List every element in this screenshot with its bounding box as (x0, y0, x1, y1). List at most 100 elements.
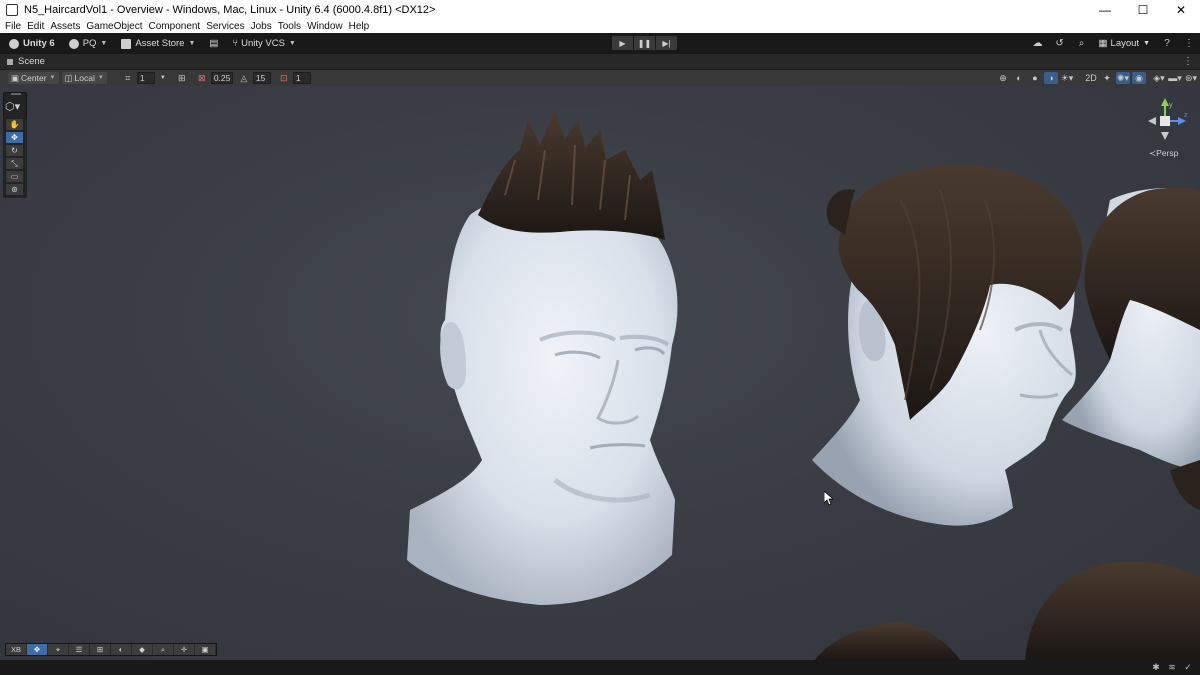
pivot-rotation-dropdown[interactable]: ◫ Local ▼ (61, 72, 107, 84)
scene-toolbar: ▣ Center ▼ ◫ Local ▼ ⌗ 1 ▼ ⊞ ⊠ 0.25 ◬ 15… (0, 70, 1200, 86)
history-icon[interactable]: ↺ (1049, 38, 1071, 49)
xr-button[interactable]: XB (6, 644, 26, 655)
menu-jobs[interactable]: Jobs (250, 21, 277, 32)
chevron-down-icon: ▼ (97, 75, 104, 81)
menu-window[interactable]: Window (306, 21, 348, 32)
zoom-overlay-icon[interactable]: ⌕ (153, 644, 173, 655)
package-icon: ▤ (209, 38, 219, 49)
projection-label: Persp (1156, 148, 1179, 158)
move-snap-icon[interactable]: ⊠ (195, 72, 209, 84)
visibility-icon[interactable]: ◉ (1132, 72, 1146, 84)
snap-overlay-icon[interactable]: ⌖ (48, 644, 68, 655)
rotate-snap-field[interactable]: 15 (252, 72, 271, 84)
head-mohawk-model[interactable] (407, 110, 678, 605)
projection-toggle[interactable]: ≺Persp (1149, 148, 1178, 159)
rotate-snap-icon[interactable]: ◬ (237, 72, 251, 84)
rect-tool-icon[interactable]: ▭ (6, 171, 23, 182)
cloud-icon[interactable]: ☁ (1027, 38, 1049, 49)
menu-edit[interactable]: Edit (26, 21, 49, 32)
menu-tools[interactable]: Tools (277, 21, 306, 32)
step-icon: ▶| (662, 38, 671, 48)
camera-settings-icon[interactable]: ▬▾ (1168, 72, 1182, 84)
play-button[interactable]: ▶ (612, 36, 633, 50)
grid-overlay-icon[interactable]: ⊞ (90, 644, 110, 655)
maximize-button[interactable]: ☐ (1124, 0, 1162, 19)
bug-icon[interactable]: ✱ (1148, 662, 1164, 673)
scene-render (407, 110, 1200, 660)
chevron-down-icon[interactable]: ▼ (159, 72, 167, 84)
head-long-hair-model[interactable] (812, 165, 1083, 526)
pivot-mode-dropdown[interactable]: ▣ Center ▼ (8, 72, 59, 84)
lighting-overlay-icon[interactable]: ◐ (111, 644, 131, 655)
lighting-toggle-icon[interactable]: ✦ (1100, 72, 1114, 84)
scale-tool-icon[interactable]: ⤡ (6, 158, 23, 169)
move-tool-icon[interactable]: ✥ (6, 132, 23, 143)
tab-options-icon[interactable]: ⋮ (1183, 56, 1193, 67)
menu-file[interactable]: File (4, 21, 26, 32)
move-snap-field[interactable]: 0.25 (210, 72, 233, 84)
asset-store-label: Asset Store (135, 38, 185, 49)
check-icon[interactable]: ✓ (1180, 662, 1196, 673)
camera-overlay-icon[interactable]: ▣ (195, 644, 215, 655)
menu-help[interactable]: Help (348, 21, 375, 32)
drag-handle-icon[interactable] (11, 93, 21, 95)
wireframe-icon[interactable]: ⊕ (996, 72, 1010, 84)
move-overlay-icon[interactable]: ✥ (27, 644, 47, 655)
draw-mode-dropdown-icon[interactable]: ☀▾ (1060, 72, 1074, 84)
pivot-rotation-label: Local (74, 73, 95, 83)
grid-snap-icon[interactable]: ⌗ (121, 72, 135, 84)
tab-scene-label: Scene (18, 56, 45, 67)
pause-icon: ❚❚ (637, 38, 652, 48)
account-label: PQ (82, 38, 97, 49)
menu-services[interactable]: Services (205, 21, 249, 32)
unlit-shaded-icon[interactable]: ◑ (1044, 72, 1058, 84)
search-icon[interactable]: ⌕ (1071, 38, 1093, 49)
audio-fx-icon[interactable]: ✺▾ (1116, 72, 1130, 84)
scene-icon (7, 58, 13, 65)
close-button[interactable]: ✕ (1162, 0, 1200, 19)
head-partial-right-model[interactable] (1062, 187, 1200, 510)
shaded-wireframe-icon[interactable]: ◐ (1012, 72, 1026, 84)
step-button[interactable]: ▶| (656, 36, 677, 50)
pan-overlay-icon[interactable]: ✛ (174, 644, 194, 655)
tab-scene[interactable]: Scene (0, 56, 45, 67)
menu-gameobject[interactable]: GameObject (85, 21, 147, 32)
view-tool-dropdown-icon[interactable]: ⬡▾ (5, 100, 20, 113)
scene-visibility-dropdown-icon[interactable]: ◈▾ (1152, 72, 1166, 84)
layout-dropdown[interactable]: ▦ Layout ▼ (1093, 38, 1156, 49)
minimize-button[interactable]: — (1086, 0, 1124, 19)
stack-icon[interactable]: ≋ (1164, 662, 1180, 673)
vcs-dropdown[interactable]: ⑂ Unity VCS ▼ (227, 36, 300, 52)
transform-tool-icon[interactable]: ⊛ (6, 184, 23, 195)
rotate-tool-icon[interactable]: ↻ (6, 145, 23, 156)
shaded-icon[interactable]: ● (1028, 72, 1042, 84)
local-icon: ◫ (64, 72, 73, 83)
asset-store-dropdown[interactable]: Asset Store ▼ (116, 36, 200, 52)
unity-app-icon (6, 3, 18, 16)
more-options-icon[interactable]: ⋮ (1178, 38, 1200, 49)
2d-toggle-icon[interactable]: 2D (1084, 72, 1098, 84)
package-manager-button[interactable]: ▤ (204, 36, 223, 52)
help-icon[interactable]: ? (1156, 38, 1178, 49)
gizmos-dropdown-icon[interactable]: ⊛▾ (1184, 72, 1198, 84)
account-dropdown[interactable]: PQ ▼ (64, 36, 113, 52)
unity-account-button[interactable]: Unity 6 (4, 36, 60, 52)
layers-overlay-icon[interactable]: ◆ (132, 644, 152, 655)
menu-component[interactable]: Component (148, 21, 206, 32)
scale-snap-icon[interactable]: ⊡ (277, 72, 291, 84)
grid-size-field[interactable]: 1 (136, 72, 155, 84)
orientation-gizmo[interactable]: y z (1140, 96, 1190, 146)
pause-button[interactable]: ❚❚ (634, 36, 655, 50)
head-partial-bottom-model[interactable] (815, 561, 1200, 660)
menu-assets[interactable]: Assets (49, 21, 85, 32)
window-title: N5_HaircardVol1 - Overview - Windows, Ma… (24, 3, 436, 16)
navigation-overlay-icon[interactable]: ☰ (69, 644, 89, 655)
scene-tab-header: Scene ⋮ (0, 54, 1200, 70)
increment-snap-icon[interactable]: ⊞ (175, 72, 189, 84)
y-axis-cone[interactable] (1161, 98, 1169, 106)
hand-tool-icon[interactable]: ✋ (6, 119, 23, 130)
scene-viewport[interactable] (0, 86, 1200, 660)
layout-icon: ▦ (1098, 38, 1108, 49)
scale-snap-field[interactable]: 1 (292, 72, 311, 84)
vcs-label: Unity VCS (241, 38, 285, 49)
